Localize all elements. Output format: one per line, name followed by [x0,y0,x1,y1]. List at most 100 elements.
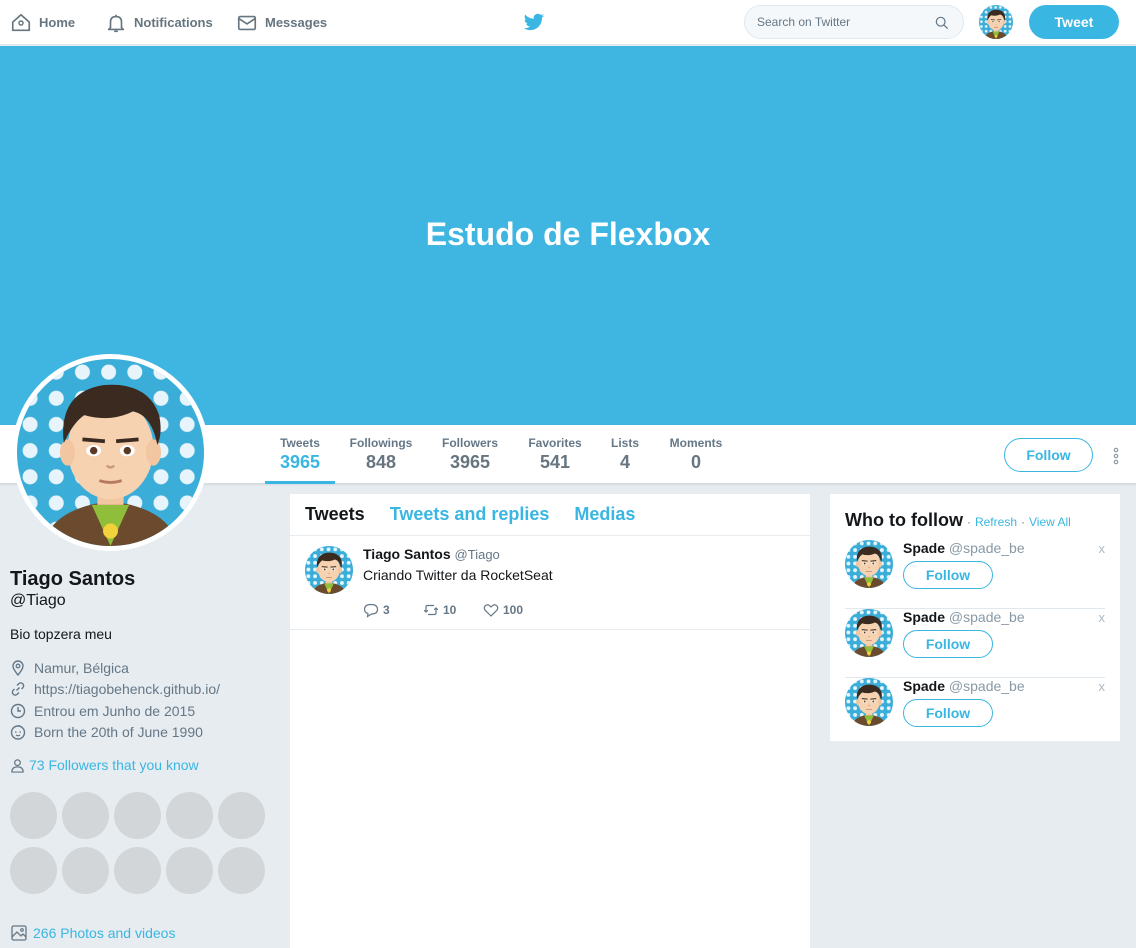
tab-medias[interactable]: Medias [574,504,635,525]
home-icon [11,13,31,31]
envelope-icon [237,15,257,30]
website-link[interactable]: https://tiagobehenck.github.io/ [34,681,220,697]
follow-profile-button[interactable]: Follow [1004,438,1093,472]
who-to-follow-header: Who to follow · Refresh · View All [845,510,1071,531]
separator-dot: · [966,515,971,529]
follower-avatar[interactable] [114,847,161,894]
follow-suggestion-button[interactable]: Follow [903,699,993,727]
link-icon [11,682,25,697]
refresh-link[interactable]: Refresh [975,515,1017,529]
clock-icon [10,703,26,718]
tweet-author-handle: @Tiago [454,547,500,562]
dismiss-suggestion-button[interactable]: x [1099,610,1106,625]
stat-favorites[interactable]: Favorites 541 [522,425,588,484]
reply-button[interactable]: 3 [363,602,423,618]
heart-icon [483,604,499,617]
tweet-button[interactable]: Tweet [1029,5,1119,39]
stat-label: Moments [669,436,723,450]
tweet-author-avatar[interactable] [305,546,353,594]
stat-value: 4 [619,452,630,472]
photos-videos-text: 266 Photos and videos [33,925,176,941]
followers-you-know-text: 73 Followers that you know [29,757,199,773]
birthday-text: Born the 20th of June 1990 [34,724,203,741]
search-icon[interactable] [935,16,949,30]
view-all-link[interactable]: View All [1029,515,1071,529]
suggestion-item: Spade @spade_be x Follow [845,609,1105,678]
follower-avatar[interactable] [166,792,213,839]
suggestion-name-line: Spade @spade_be [903,609,1025,625]
profile-info-list: Namur, Bélgica https://tiagobehenck.gith… [10,657,280,743]
suggestion-avatar[interactable] [845,540,893,588]
suggestion-avatar[interactable] [845,678,893,726]
reply-icon [363,603,379,618]
stat-label: Tweets [280,436,320,450]
nav-home[interactable]: Home [10,0,75,45]
follower-avatar[interactable] [10,792,57,839]
follower-avatar[interactable] [114,792,161,839]
followers-you-know-grid [10,792,280,894]
suggestion-name[interactable]: Spade [903,678,945,694]
search-input[interactable] [757,15,927,29]
separator-dot: · [1021,515,1025,529]
follower-avatar[interactable] [218,847,265,894]
baby-face-icon [10,725,26,740]
profile-sidebar: Tiago Santos @Tiago Bio topzera meu Namu… [10,568,280,942]
tweet-item[interactable]: Tiago Santos @Tiago Criando Twitter da R… [290,536,810,630]
more-options-icon[interactable] [1112,447,1120,465]
stat-label: Lists [610,436,639,450]
stat-lists[interactable]: Lists 4 [605,425,645,484]
follow-suggestion-button[interactable]: Follow [903,630,993,658]
profile-bio: Bio topzera meu [10,626,112,642]
nav-notifications[interactable]: Notifications [105,0,213,45]
reply-count: 3 [383,603,390,617]
bell-icon [107,14,125,32]
stat-followers[interactable]: Followers 3965 [436,425,504,484]
follower-avatar[interactable] [166,847,213,894]
suggestion-item: Spade @spade_be x Follow [845,678,1105,747]
profile-joined: Entrou em Junho de 2015 [10,700,280,722]
followers-you-know-link[interactable]: 73 Followers that you know [10,757,280,773]
user-avatar[interactable] [979,5,1013,39]
stat-value: 541 [539,452,571,472]
stat-moments[interactable]: Moments 0 [665,425,727,484]
stat-followings[interactable]: Followings 848 [345,425,417,484]
suggestion-name[interactable]: Spade [903,609,945,625]
retweet-button[interactable]: 10 [423,602,483,618]
tab-tweets[interactable]: Tweets [305,504,365,525]
follower-avatar[interactable] [218,792,265,839]
retweet-count: 10 [443,603,457,617]
stat-label: Followers [441,436,498,450]
follower-avatar[interactable] [62,847,109,894]
top-navigation-bar: Home Notifications Messages Tweet [0,0,1136,45]
follow-suggestion-button[interactable]: Follow [903,561,993,589]
profile-banner: Estudo de Flexbox [0,46,1136,425]
dismiss-suggestion-button[interactable]: x [1099,541,1106,556]
stat-tweets[interactable]: Tweets 3965 [265,425,335,484]
nav-messages[interactable]: Messages [236,0,327,45]
location-text: Namur, Bélgica [34,659,129,676]
photos-videos-link[interactable]: 266 Photos and videos [10,924,280,942]
suggestion-handle: @spade_be [948,609,1025,625]
follower-avatar[interactable] [10,847,57,894]
suggestion-name[interactable]: Spade [903,540,945,556]
follower-avatar[interactable] [62,792,109,839]
stat-value: 848 [365,452,397,472]
like-count: 100 [503,603,524,617]
suggestion-handle: @spade_be [948,678,1025,694]
dismiss-suggestion-button[interactable]: x [1099,679,1106,694]
suggestion-avatar[interactable] [845,609,893,657]
twitter-bird-icon[interactable] [523,11,545,33]
tweet-author-name[interactable]: Tiago Santos [363,546,451,562]
like-button[interactable]: 100 [483,602,543,618]
tab-tweets-and-replies[interactable]: Tweets and replies [390,504,550,525]
profile-birthday: Born the 20th of June 1990 [10,722,280,744]
profile-avatar[interactable] [12,354,209,551]
person-icon [11,758,24,773]
search-box[interactable] [744,5,964,39]
suggestion-item: Spade @spade_be x Follow [845,540,1105,609]
tweet-text: Criando Twitter da RocketSeat [363,567,553,583]
stat-value: 3965 [449,452,491,472]
profile-name: Tiago Santos [10,568,136,590]
image-icon [11,925,27,941]
nav-notifications-label: Notifications [134,15,213,30]
